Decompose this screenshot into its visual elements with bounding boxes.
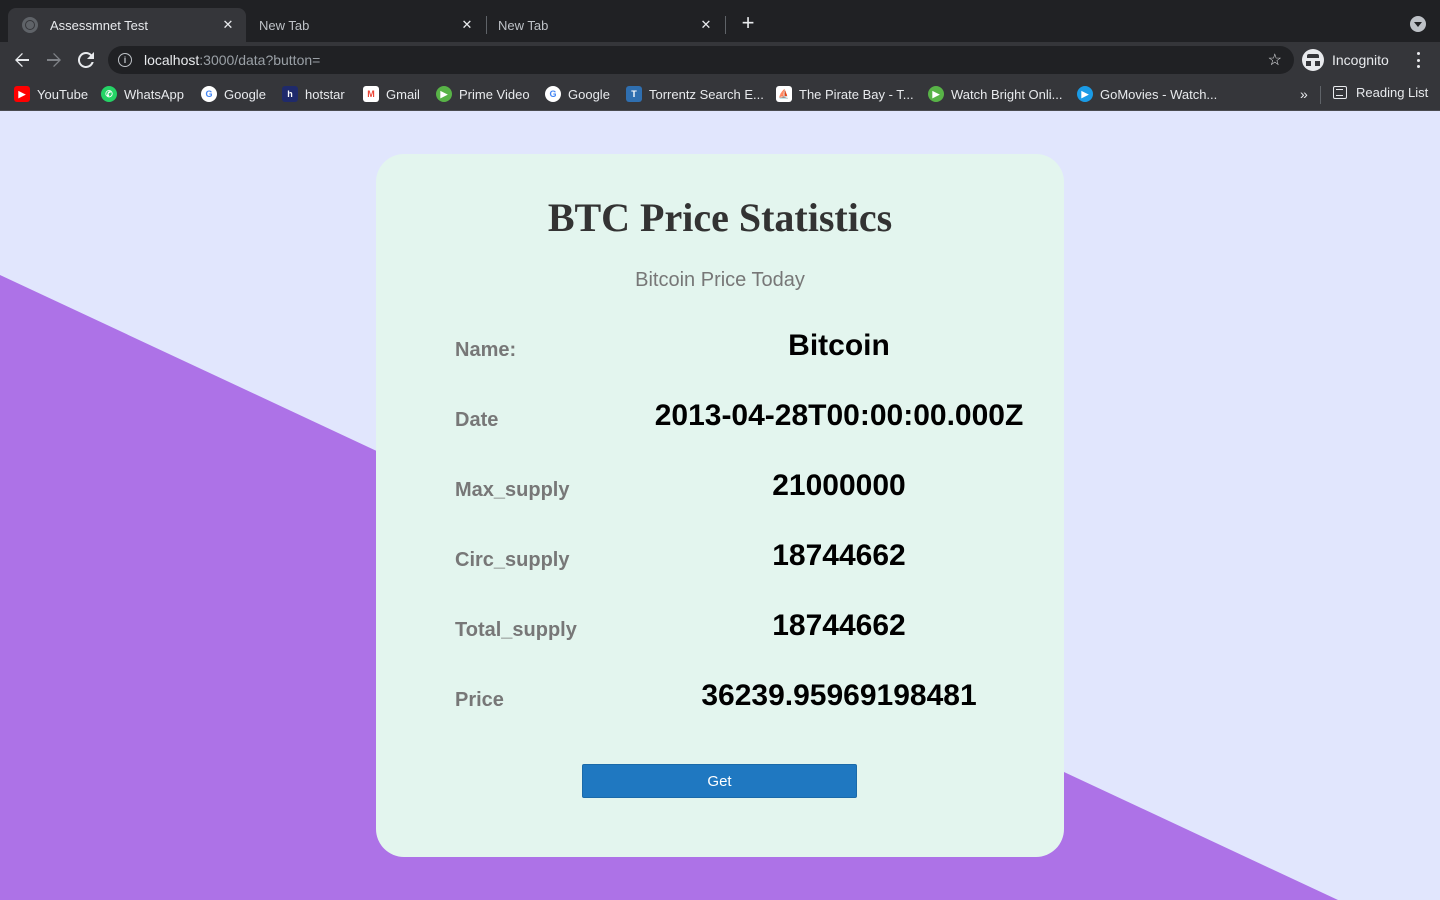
stat-row-price: Price 36239.95969198481 (455, 679, 1055, 719)
whatsapp-icon: ✆ (101, 86, 117, 102)
stat-value: Bitcoin (788, 329, 890, 362)
incognito-profile-button[interactable]: Incognito (1302, 46, 1389, 74)
page-title: BTC Price Statistics (547, 195, 893, 240)
tab-new-tab-1[interactable]: New Tab ✕ (245, 8, 485, 42)
stat-label: Circ_supply (455, 549, 570, 571)
stats-card: BTC Price Statistics Bitcoin Price Today… (376, 154, 1064, 857)
torrentz-icon: T (626, 86, 642, 102)
stat-row-total-supply: Total_supply 18744662 (455, 609, 1055, 649)
pirate-bay-icon: ⛵ (776, 86, 792, 102)
tab-new-tab-2[interactable]: New Tab ✕ (484, 8, 724, 42)
address-bar[interactable]: i localhost:3000/data?button= ☆ (108, 46, 1294, 74)
tab-title: New Tab (259, 17, 310, 33)
close-tab-icon[interactable]: ✕ (220, 17, 236, 33)
google-icon: G (545, 86, 561, 102)
tab-divider (725, 16, 726, 34)
bookmark-google-2[interactable]: G Google (545, 85, 610, 103)
stat-row-name: Name: Bitcoin (455, 329, 1055, 369)
close-tab-icon[interactable]: ✕ (459, 17, 475, 33)
tab-strip: Assessmnet Test ✕ New Tab ✕ New Tab ✕ + (0, 0, 1440, 42)
tab-assessment-test[interactable]: Assessmnet Test ✕ (8, 8, 246, 42)
stat-label: Max_supply (455, 479, 570, 501)
stat-value: 21000000 (772, 469, 906, 502)
globe-icon (22, 17, 38, 33)
reading-list-button[interactable]: Reading List (1333, 85, 1428, 100)
browser-toolbar: i localhost:3000/data?button= ☆ Incognit… (0, 42, 1440, 78)
bookmark-whatsapp[interactable]: ✆ WhatsApp (101, 85, 184, 103)
stat-value: 2013-04-28T00:00:00.000Z (654, 399, 1024, 432)
bookmark-watch-bright[interactable]: ▶ Watch Bright Onli... (928, 85, 1063, 103)
back-arrow-icon[interactable] (10, 48, 34, 72)
bookmarks-divider (1320, 86, 1321, 104)
more-bookmarks-icon[interactable]: » (1300, 86, 1308, 102)
youtube-icon: ▶ (14, 86, 30, 102)
page-viewport: BTC Price Statistics Bitcoin Price Today… (0, 111, 1440, 900)
watch-icon: ▶ (928, 86, 944, 102)
bookmark-hotstar[interactable]: h hotstar (282, 85, 345, 103)
google-icon: G (201, 86, 217, 102)
stat-row-max-supply: Max_supply 21000000 (455, 469, 1055, 509)
stat-label: Name: (455, 339, 517, 361)
bookmarks-bar: ▶ YouTube ✆ WhatsApp G Google h hotstar … (0, 78, 1440, 111)
profile-label: Incognito (1332, 52, 1389, 68)
bookmark-star-icon[interactable]: ☆ (1268, 50, 1282, 70)
bookmark-youtube[interactable]: ▶ YouTube (14, 85, 88, 103)
tab-title: New Tab (498, 17, 549, 33)
reload-icon[interactable] (74, 48, 98, 72)
gmail-icon: M (363, 86, 379, 102)
stat-row-circ-supply: Circ_supply 18744662 (455, 539, 1055, 579)
new-tab-plus-icon[interactable]: + (737, 12, 759, 35)
prime-video-icon: ▶ (436, 86, 452, 102)
stat-value: 18744662 (772, 539, 906, 572)
reading-list-icon (1333, 86, 1347, 99)
bookmark-google[interactable]: G Google (201, 85, 266, 103)
page-subtitle: Bitcoin Price Today (635, 269, 805, 291)
stat-label: Date (455, 409, 499, 431)
bookmark-gomovies[interactable]: ▶ GoMovies - Watch... (1077, 85, 1217, 103)
incognito-icon (1302, 49, 1324, 71)
stat-label: Total_supply (455, 619, 577, 641)
get-button[interactable]: Get (582, 764, 857, 798)
site-info-icon[interactable]: i (118, 53, 132, 67)
forward-arrow-icon[interactable] (42, 48, 66, 72)
stat-value: 18744662 (772, 609, 906, 642)
url-text: localhost:3000/data?button= (144, 52, 321, 68)
bookmark-gmail[interactable]: M Gmail (363, 85, 420, 103)
gomovies-icon: ▶ (1077, 86, 1093, 102)
stat-value: 36239.95969198481 (701, 679, 977, 712)
stat-label: Price (455, 689, 504, 711)
bookmark-prime-video[interactable]: ▶ Prime Video (436, 85, 530, 103)
bookmark-pirate-bay[interactable]: ⛵ The Pirate Bay - T... (776, 85, 914, 103)
browser-menu-icon[interactable] (1410, 50, 1426, 70)
hotstar-icon: h (282, 86, 298, 102)
bookmark-torrentz[interactable]: T Torrentz Search E... (626, 85, 764, 103)
stat-row-date: Date 2013-04-28T00:00:00.000Z (455, 399, 1055, 439)
tab-title: Assessmnet Test (50, 17, 149, 33)
tab-search-icon[interactable] (1410, 16, 1426, 32)
close-tab-icon[interactable]: ✕ (698, 17, 714, 33)
